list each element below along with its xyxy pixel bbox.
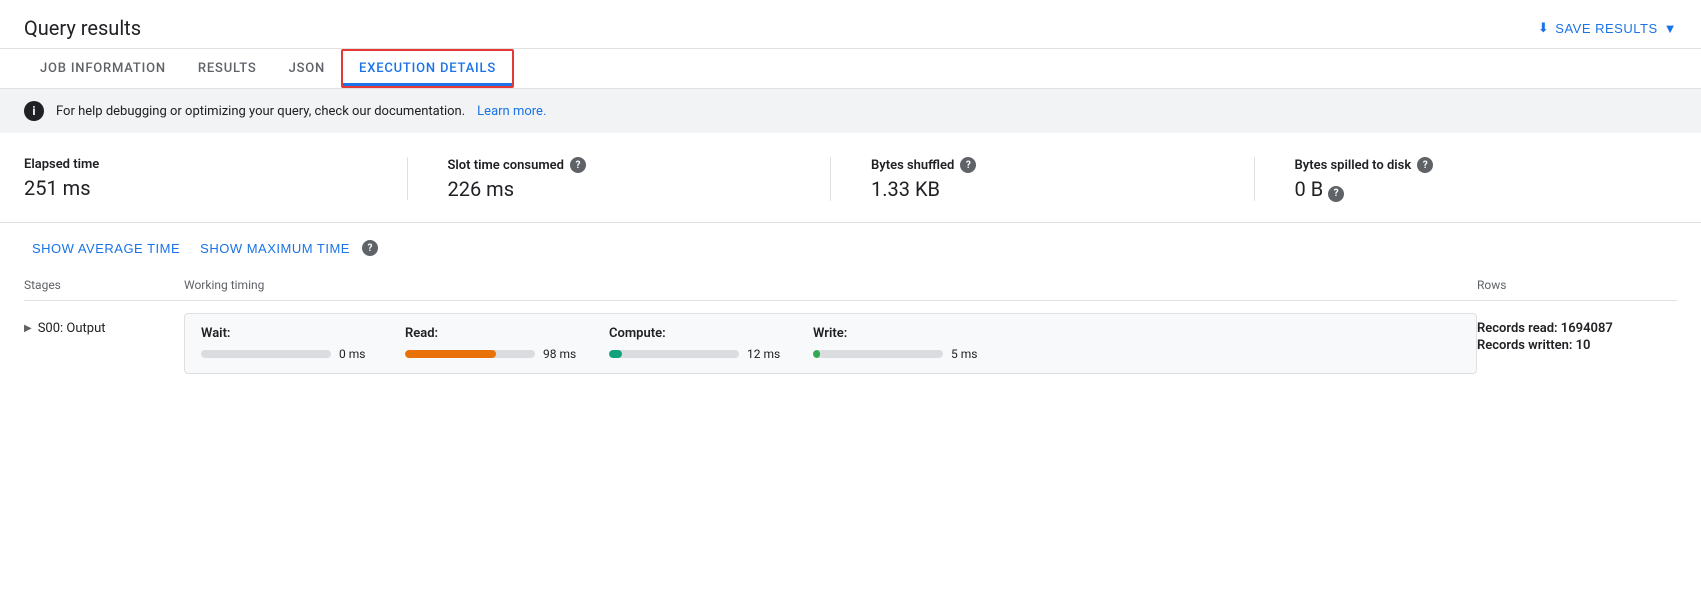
timing-wait: Wait: 0 ms [201,326,381,361]
rows-col-s00: Records read: 1694087 Records written: 1… [1477,313,1677,355]
records-read: Records read: 1694087 [1477,321,1677,336]
bytes-shuffled-value: 1.33 KB [871,177,1214,201]
tabs-bar: JOB INFORMATION RESULTS JSON EXECUTION D… [0,49,1701,89]
slot-time-value: 226 ms [448,177,791,201]
save-results-button[interactable]: ⬇ SAVE RESULTS ▼ [1538,20,1677,36]
info-text: For help debugging or optimizing your qu… [56,104,465,119]
working-timing-col-header: Working timing [184,278,1477,292]
show-maximum-time-button[interactable]: SHOW MAXIMUM TIME [192,235,358,262]
info-banner: i For help debugging or optimizing your … [0,89,1701,133]
slot-time-help-icon[interactable]: ? [570,157,586,173]
save-results-label: SAVE RESULTS [1555,21,1657,36]
metrics-row: Elapsed time 251 ms Slot time consumed ?… [0,133,1701,223]
timing-read-value: 98 ms [543,347,576,361]
records-written: Records written: 10 [1477,338,1677,353]
download-icon: ⬇ [1538,20,1549,36]
toggle-row: SHOW AVERAGE TIME SHOW MAXIMUM TIME ? [0,223,1701,270]
bytes-spilled-help-icon[interactable]: ? [1417,157,1433,173]
timing-write-fill [813,350,820,358]
timing-compute-bar [609,350,739,358]
timing-read-fill [405,350,496,358]
elapsed-time-label: Elapsed time [24,157,99,172]
tab-job-information[interactable]: JOB INFORMATION [24,49,182,88]
metric-elapsed-time: Elapsed time 251 ms [24,157,408,200]
rows-col-header: Rows [1477,278,1677,292]
page-title: Query results [24,16,141,40]
timing-container-s00: Wait: 0 ms Read: 98 ms [184,313,1477,374]
bytes-spilled-value: 0 B ? [1295,177,1638,202]
timing-write-label: Write: [813,326,993,341]
timing-help-icon[interactable]: ? [362,240,378,256]
metric-bytes-shuffled: Bytes shuffled ? 1.33 KB [871,157,1255,201]
timing-compute-label: Compute: [609,326,789,341]
bytes-spilled-label: Bytes spilled to disk [1295,158,1412,173]
chevron-down-icon: ▼ [1664,21,1677,36]
slot-time-label: Slot time consumed [448,158,564,173]
metric-bytes-spilled: Bytes spilled to disk ? 0 B ? [1295,157,1678,202]
timing-write-value: 5 ms [951,347,977,361]
timing-read-label: Read: [405,326,585,341]
stages-col-header: Stages [24,278,184,292]
stage-label-s00: S00: Output [38,321,106,336]
stages-table: Stages Working timing Rows ▶ S00: Output… [0,270,1701,386]
timing-compute: Compute: 12 ms [609,326,789,361]
timing-wait-bar [201,350,331,358]
metric-slot-time: Slot time consumed ? 226 ms [448,157,832,201]
timing-wait-value: 0 ms [339,347,365,361]
timing-read-bar [405,350,535,358]
timing-compute-fill [609,350,622,358]
timing-write-bar [813,350,943,358]
stage-row-s00: ▶ S00: Output Wait: 0 ms Read: [24,301,1677,386]
tab-execution-details[interactable]: EXECUTION DETAILS [341,49,514,88]
bytes-spilled-inline-help-icon[interactable]: ? [1328,186,1344,202]
header: Query results ⬇ SAVE RESULTS ▼ [0,0,1701,49]
timing-compute-value: 12 ms [747,347,780,361]
show-average-time-button[interactable]: SHOW AVERAGE TIME [24,235,188,262]
bytes-shuffled-label: Bytes shuffled [871,158,954,173]
stage-name-s00[interactable]: ▶ S00: Output [24,313,184,336]
timing-read: Read: 98 ms [405,326,585,361]
elapsed-time-value: 251 ms [24,176,367,200]
stages-table-header: Stages Working timing Rows [24,270,1677,301]
learn-more-link[interactable]: Learn more. [477,104,546,119]
stage-expand-icon[interactable]: ▶ [24,323,32,334]
timing-wait-label: Wait: [201,326,381,341]
timing-write: Write: 5 ms [813,326,993,361]
info-icon: i [24,101,44,121]
tab-json[interactable]: JSON [273,49,341,88]
bytes-shuffled-help-icon[interactable]: ? [960,157,976,173]
tab-results[interactable]: RESULTS [182,49,273,88]
